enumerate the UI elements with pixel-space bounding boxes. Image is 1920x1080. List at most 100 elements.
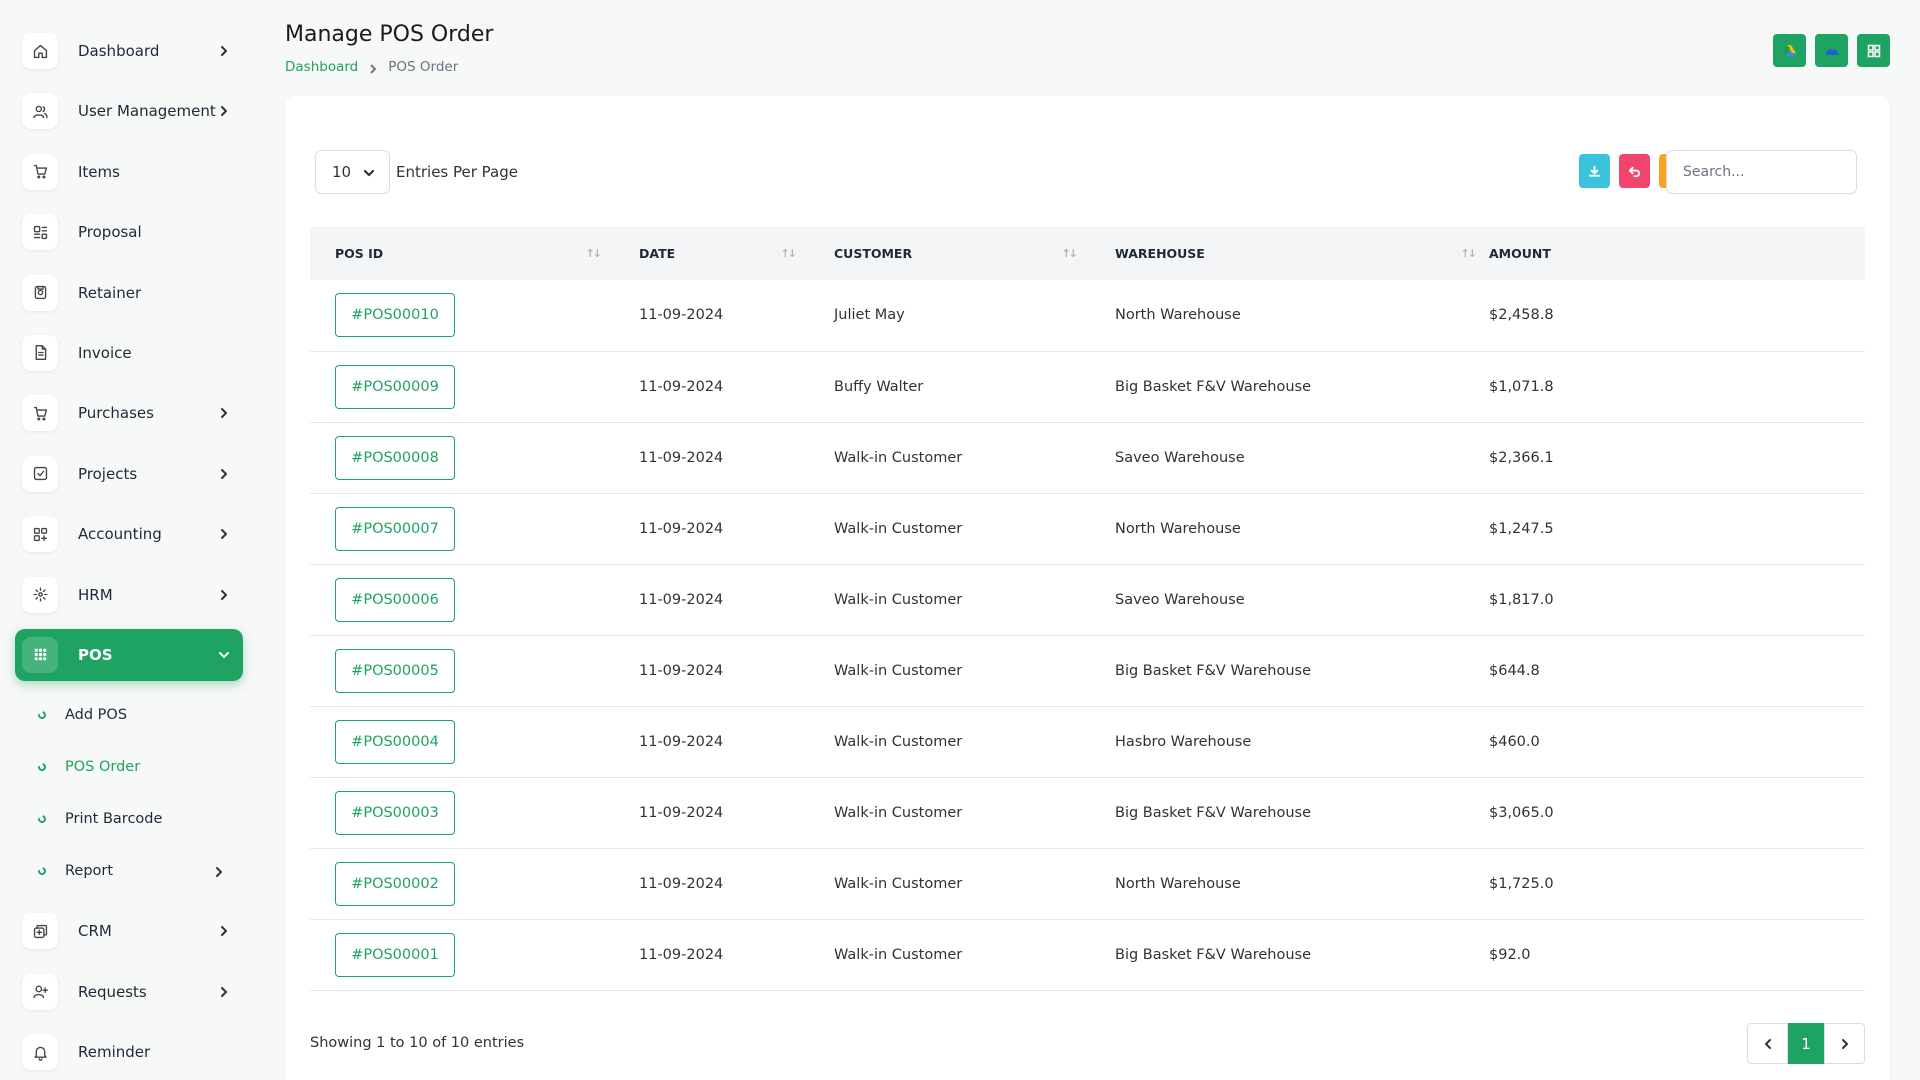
sidebar-item-projects[interactable]: Projects: [15, 448, 243, 500]
cell-date: 11-09-2024: [614, 706, 809, 777]
cell-amount: $2,366.1: [1489, 422, 1865, 493]
undo-icon: [1628, 165, 1641, 178]
sidebar-item-label: Requests: [78, 983, 147, 1001]
pos-id-link[interactable]: #POS00007: [335, 507, 455, 551]
column-header-pos-id[interactable]: POS ID↑↓: [310, 227, 614, 280]
download-icon: [1588, 165, 1601, 178]
cell-warehouse: Hasbro Warehouse: [1090, 706, 1489, 777]
table-header-row: POS ID↑↓ DATE↑↓ CUSTOMER↑↓ WAREHOUSE↑↓ A…: [310, 227, 1865, 280]
table-row: #POS0000811-09-2024Walk-in CustomerSaveo…: [310, 422, 1865, 493]
submenu-item-label: Print Barcode: [65, 811, 162, 827]
cell-customer: Buffy Walter: [809, 351, 1090, 422]
submenu-item-add-pos[interactable]: Add POS: [38, 689, 258, 741]
page-button-current[interactable]: 1: [1788, 1023, 1824, 1064]
table-row: #POS0000211-09-2024Walk-in CustomerNorth…: [310, 848, 1865, 919]
pos-order-table: POS ID↑↓ DATE↑↓ CUSTOMER↑↓ WAREHOUSE↑↓ A…: [310, 227, 1865, 991]
pos-id-link[interactable]: #POS00010: [335, 293, 455, 337]
users-icon: [22, 93, 58, 129]
next-page-button[interactable]: [1824, 1023, 1865, 1064]
cell-date: 11-09-2024: [614, 564, 809, 635]
bullet-icon: [37, 710, 48, 721]
table-row: #POS0000111-09-2024Walk-in CustomerBig B…: [310, 919, 1865, 990]
google-drive-button[interactable]: [1773, 34, 1806, 67]
breadcrumb-home-link[interactable]: Dashboard: [285, 59, 358, 75]
pos-id-link[interactable]: #POS00004: [335, 720, 455, 764]
google-drive-icon: [1782, 43, 1798, 59]
sidebar-item-proposal[interactable]: Proposal: [15, 206, 243, 258]
pos-id-link[interactable]: #POS00005: [335, 649, 455, 693]
showing-entries-text: Showing 1 to 10 of 10 entries: [310, 1035, 524, 1051]
cell-customer: Walk-in Customer: [809, 493, 1090, 564]
sidebar-item-hrm[interactable]: HRM: [15, 569, 243, 621]
cell-amount: $2,458.8: [1489, 280, 1865, 351]
cell-amount: $1,725.0: [1489, 848, 1865, 919]
sidebar-item-invoice[interactable]: Invoice: [15, 327, 243, 379]
sidebar-item-crm[interactable]: CRM: [15, 905, 243, 957]
sidebar-item-label: HRM: [78, 586, 113, 604]
cell-date: 11-09-2024: [614, 493, 809, 564]
submenu-item-label: Report: [65, 863, 113, 879]
sidebar-item-requests[interactable]: Requests: [15, 966, 243, 1018]
table-row: #POS0001011-09-2024Juliet MayNorth Wareh…: [310, 280, 1865, 351]
bell-icon: [22, 1034, 58, 1070]
search-input[interactable]: [1666, 150, 1857, 194]
cell-date: 11-09-2024: [614, 919, 809, 990]
cell-warehouse: Big Basket F&V Warehouse: [1090, 777, 1489, 848]
cell-pos-id: #POS00003: [310, 777, 614, 848]
cell-amount: $644.8: [1489, 635, 1865, 706]
sidebar-item-accounting[interactable]: Accounting: [15, 508, 243, 560]
pos-id-link[interactable]: #POS00008: [335, 436, 455, 480]
pos-id-link[interactable]: #POS00009: [335, 365, 455, 409]
sidebar-item-label: Accounting: [78, 525, 162, 543]
pos-id-link[interactable]: #POS00002: [335, 862, 455, 906]
sidebar-item-label: Retainer: [78, 284, 141, 302]
sidebar-item-pos[interactable]: POS: [15, 629, 243, 681]
cell-customer: Walk-in Customer: [809, 706, 1090, 777]
proposal-icon: [22, 214, 58, 250]
cell-pos-id: #POS00007: [310, 493, 614, 564]
cell-pos-id: #POS00004: [310, 706, 614, 777]
pos-id-link[interactable]: #POS00001: [335, 933, 455, 977]
sidebar-item-items[interactable]: Items: [15, 146, 243, 198]
invoice-icon: [22, 335, 58, 371]
submenu-item-report[interactable]: Report: [38, 845, 258, 897]
pagination: 1: [1747, 1023, 1865, 1064]
sidebar-item-label: POS: [78, 646, 113, 664]
breadcrumb: Dashboard POS Order: [285, 59, 458, 75]
cell-pos-id: #POS00010: [310, 280, 614, 351]
submenu-item-label: Add POS: [65, 707, 127, 723]
sort-icon: ↑↓: [586, 247, 600, 260]
submenu-item-pos-order[interactable]: POS Order: [38, 741, 258, 793]
table-row: #POS0000911-09-2024Buffy WalterBig Baske…: [310, 351, 1865, 422]
onedrive-button[interactable]: [1815, 34, 1848, 67]
retainer-icon: [22, 275, 58, 311]
cell-amount: $1,071.8: [1489, 351, 1865, 422]
grid-view-button[interactable]: [1857, 34, 1890, 67]
sidebar-item-purchases[interactable]: Purchases: [15, 387, 243, 439]
dots-grid-icon: [22, 637, 58, 673]
entries-value: 10: [332, 163, 351, 181]
cell-customer: Walk-in Customer: [809, 777, 1090, 848]
submenu-item-print-barcode[interactable]: Print Barcode: [38, 793, 258, 845]
submenu-item-label: POS Order: [65, 759, 140, 775]
column-header-warehouse[interactable]: WAREHOUSE↑↓: [1090, 227, 1489, 280]
cell-warehouse: Saveo Warehouse: [1090, 422, 1489, 493]
column-header-customer[interactable]: CUSTOMER↑↓: [809, 227, 1090, 280]
back-button[interactable]: [1619, 154, 1650, 188]
cart-icon: [22, 395, 58, 431]
cell-date: 11-09-2024: [614, 280, 809, 351]
sidebar-item-reminder[interactable]: Reminder: [15, 1026, 243, 1078]
column-header-date[interactable]: DATE↑↓: [614, 227, 809, 280]
column-header-amount[interactable]: AMOUNT: [1489, 227, 1865, 280]
sidebar-item-retainer[interactable]: Retainer: [15, 267, 243, 319]
sidebar-item-dashboard[interactable]: Dashboard: [15, 25, 243, 77]
cell-warehouse: Big Basket F&V Warehouse: [1090, 635, 1489, 706]
sidebar-item-user-management[interactable]: User Management: [15, 85, 243, 137]
pos-id-link[interactable]: #POS00006: [335, 578, 455, 622]
export-button[interactable]: [1579, 154, 1610, 188]
grid-icon: [22, 516, 58, 552]
entries-select[interactable]: 10: [315, 150, 390, 194]
cell-warehouse: Saveo Warehouse: [1090, 564, 1489, 635]
pos-id-link[interactable]: #POS00003: [335, 791, 455, 835]
prev-page-button[interactable]: [1747, 1023, 1788, 1064]
